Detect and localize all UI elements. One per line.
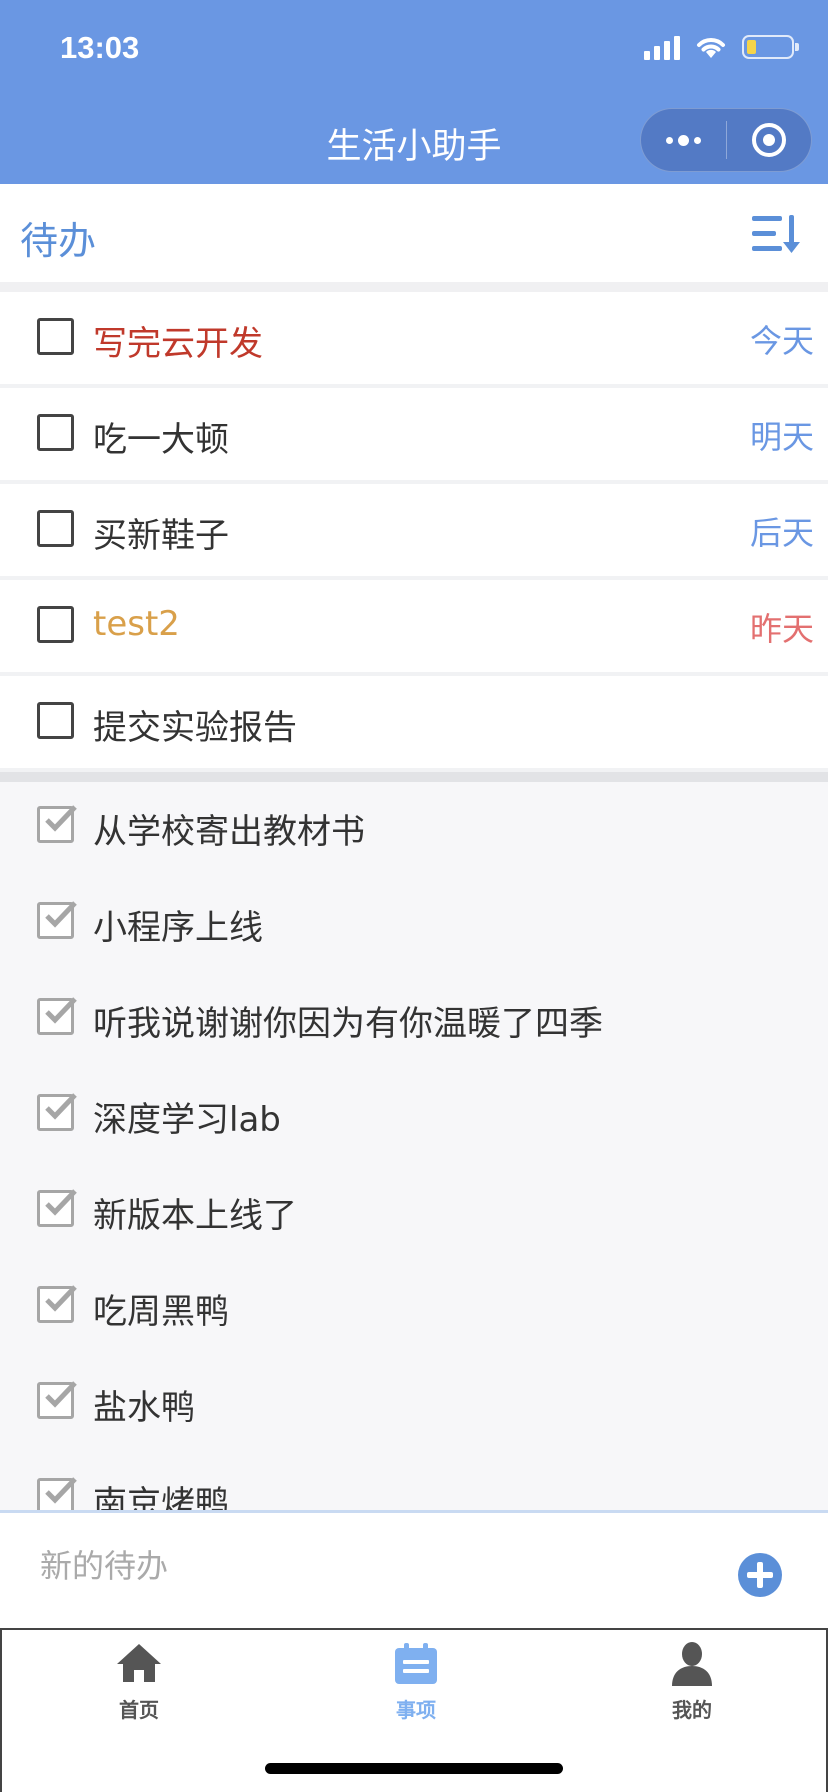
done-checkbox[interactable]: [37, 1477, 77, 1510]
new-todo-bar: [0, 1510, 828, 1628]
tab-mine[interactable]: 我的: [617, 1640, 767, 1723]
todo-text: 买新鞋子: [93, 516, 229, 556]
done-text: 南京烤鸭: [93, 1484, 229, 1510]
done-text: 盐水鸭: [93, 1388, 195, 1428]
todo-item[interactable]: 买新鞋子 后天: [0, 484, 828, 580]
todo-checkbox[interactable]: [37, 414, 74, 451]
done-checkbox[interactable]: [37, 901, 77, 939]
todo-checkbox[interactable]: [37, 606, 74, 643]
status-icons: [644, 34, 799, 60]
more-dots-icon: [665, 134, 701, 146]
section-title: 待办: [20, 219, 97, 263]
target-icon: [751, 123, 786, 157]
done-checkbox[interactable]: [37, 1285, 77, 1323]
list-divider: [0, 772, 828, 782]
todo-date: 明天: [749, 418, 814, 456]
done-checkbox[interactable]: [37, 997, 77, 1035]
done-checkbox[interactable]: [37, 805, 77, 843]
done-item[interactable]: 新版本上线了: [0, 1166, 828, 1262]
todo-checkbox[interactable]: [37, 510, 74, 547]
done-checkbox[interactable]: [37, 1381, 77, 1419]
home-indicator: [265, 1763, 563, 1774]
done-text: 深度学习lab: [93, 1100, 281, 1140]
section-header: 待办: [0, 184, 828, 282]
done-text: 小程序上线: [93, 908, 263, 948]
todo-date: 后天: [749, 514, 814, 552]
done-text: 听我说谢谢你因为有你温暖了四季: [93, 1004, 603, 1044]
todo-date: 今天: [749, 322, 814, 360]
signal-icon: [644, 34, 680, 60]
tab-mine-label: 我的: [672, 1698, 712, 1722]
done-item[interactable]: 深度学习lab: [0, 1070, 828, 1166]
done-item[interactable]: 南京烤鸭: [0, 1454, 828, 1510]
more-button[interactable]: [641, 109, 726, 171]
done-item[interactable]: 听我说谢谢你因为有你温暖了四季: [0, 974, 828, 1070]
todo-text: test2: [93, 604, 180, 644]
tab-items-label: 事项: [396, 1698, 436, 1722]
todo-checkbox[interactable]: [37, 702, 74, 739]
add-todo-button[interactable]: [738, 1553, 782, 1597]
status-time: 13:03: [60, 30, 140, 65]
done-text: 吃周黑鸭: [93, 1292, 229, 1332]
wifi-icon: [697, 38, 725, 58]
done-text: 从学校寄出教材书: [93, 812, 365, 852]
done-checkbox[interactable]: [37, 1189, 77, 1227]
todo-item[interactable]: 写完云开发 今天: [0, 292, 828, 388]
todo-list: 写完云开发 今天 吃一大顿 明天 买新鞋子 后天 test2 昨天 提交实验报告: [0, 292, 828, 772]
user-icon: [672, 1642, 712, 1686]
home-icon: [117, 1644, 161, 1682]
done-list: 从学校寄出教材书 小程序上线 听我说谢谢你因为有你温暖了四季 深度学习lab 新…: [0, 782, 828, 1510]
done-checkbox[interactable]: [37, 1093, 77, 1131]
new-todo-input[interactable]: [40, 1541, 700, 1591]
calendar-icon: [395, 1643, 437, 1684]
todo-item[interactable]: test2 昨天: [0, 580, 828, 676]
tab-items[interactable]: 事项: [341, 1640, 491, 1723]
done-item[interactable]: 从学校寄出教材书: [0, 782, 828, 878]
todo-date: 昨天: [749, 610, 814, 648]
todo-item[interactable]: 吃一大顿 明天: [0, 388, 828, 484]
todo-text: 写完云开发: [93, 324, 263, 364]
done-item[interactable]: 吃周黑鸭: [0, 1262, 828, 1358]
todo-item[interactable]: 提交实验报告: [0, 676, 828, 772]
todo-checkbox[interactable]: [37, 318, 74, 355]
todo-text: 吃一大顿: [93, 420, 229, 460]
battery-icon: [742, 35, 799, 59]
top-bar: 13:03 生活小助手: [0, 0, 828, 184]
section-gap: [0, 282, 828, 292]
mini-program-capsule: [640, 108, 812, 172]
todo-text: 提交实验报告: [93, 708, 297, 748]
tab-home-label: 首页: [119, 1698, 159, 1722]
done-item[interactable]: 盐水鸭: [0, 1358, 828, 1454]
done-text: 新版本上线了: [93, 1196, 297, 1236]
close-mini-program-button[interactable]: [727, 109, 812, 171]
sort-icon[interactable]: [750, 212, 800, 256]
tab-home[interactable]: 首页: [64, 1640, 214, 1723]
done-item[interactable]: 小程序上线: [0, 878, 828, 974]
